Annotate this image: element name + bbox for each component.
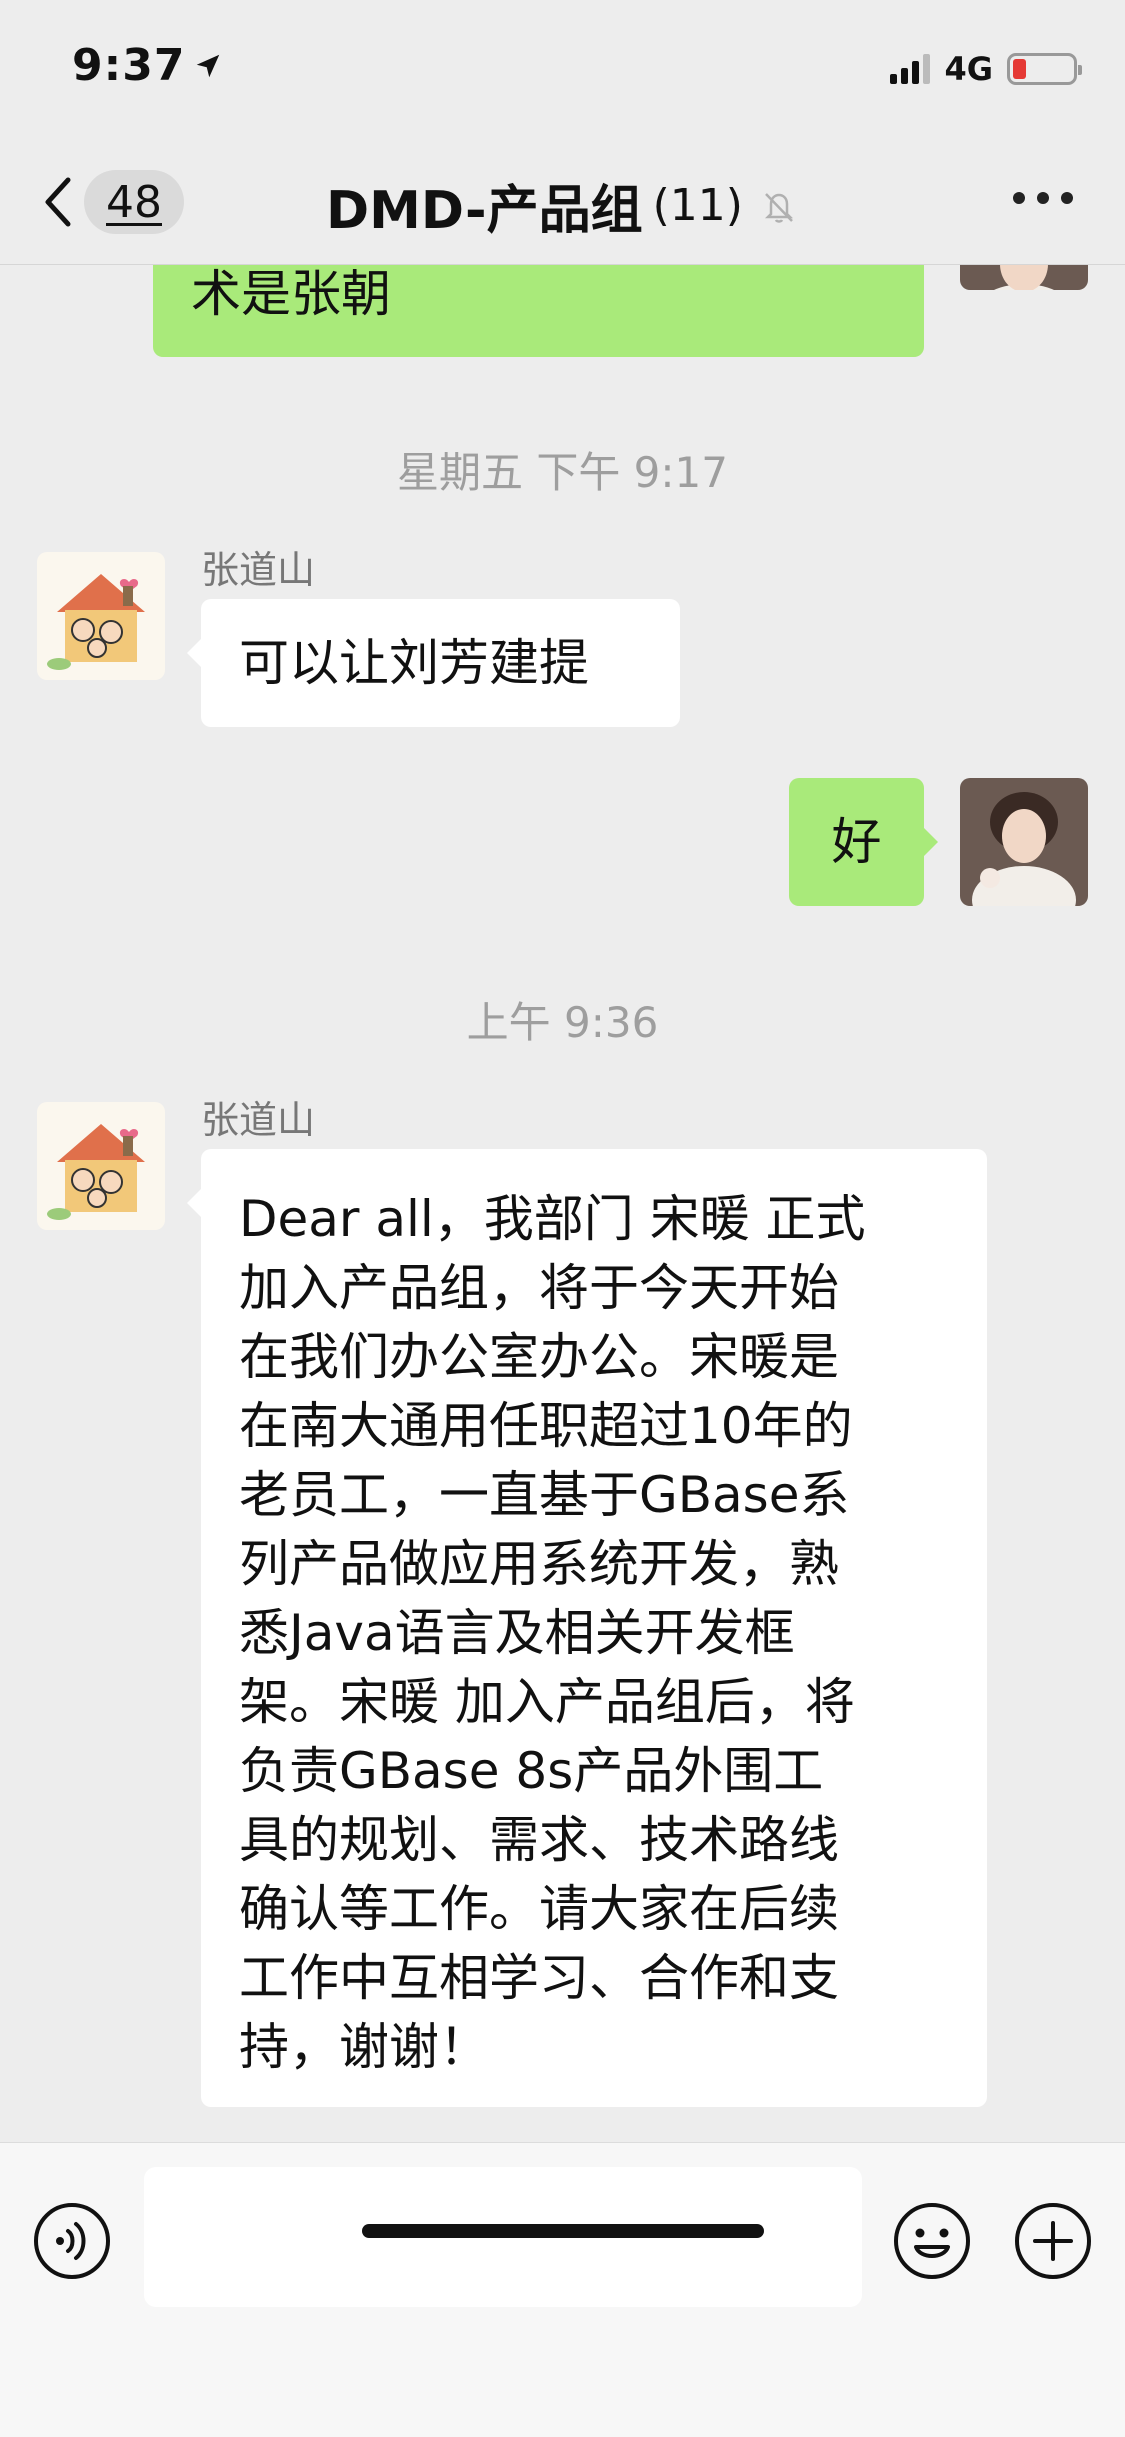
- message-line: 在我们办公室办公。宋暖是: [239, 1328, 839, 1386]
- more-button[interactable]: [1013, 192, 1073, 204]
- sender-avatar[interactable]: [37, 552, 165, 680]
- message-line: 负责GBase 8s产品外围工: [239, 1742, 824, 1800]
- smiley-icon[interactable]: [892, 2201, 972, 2281]
- message-line: 工作中互相学习、合作和支: [239, 1949, 839, 2007]
- timestamp: 上午 9:36: [466, 998, 659, 1047]
- more-dot: [1037, 192, 1049, 204]
- message-line: 架。宋暖 加入产品组后，将: [239, 1673, 855, 1731]
- message-line: 具的规划、需求、技术路线: [239, 1811, 839, 1869]
- more-dot: [1013, 192, 1025, 204]
- chat-message-list[interactable]: 术是张朝 星期五 下午 9:17 张道山 可以让刘芳建提 好 上午 9:36 张…: [0, 264, 1125, 2142]
- message-line: 老员工，一直基于GBase系: [239, 1466, 850, 1524]
- message-bubble-sent[interactable]: 好: [789, 778, 938, 906]
- bell-slash-icon: [764, 192, 793, 223]
- message-text: 可以让刘芳建提: [239, 633, 589, 692]
- message-bubble-received[interactable]: Dear all，我部门 宋暖 正式 加入产品组，将于今天开始 在我们办公室办公…: [187, 1149, 987, 2107]
- self-avatar[interactable]: [960, 778, 1088, 906]
- message-line: 在南大通用任职超过10年的: [239, 1397, 853, 1455]
- timestamp: 星期五 下午 9:17: [396, 448, 729, 497]
- signal-icon: [890, 54, 931, 84]
- sender-name: 张道山: [201, 1098, 316, 1142]
- member-count: (11): [652, 180, 743, 231]
- message-text: 好: [831, 812, 882, 871]
- message-line: 确认等工作。请大家在后续: [239, 1880, 839, 1938]
- status-indicators: 4G: [890, 50, 1082, 88]
- battery-level: [1013, 59, 1026, 79]
- home-indicator[interactable]: [362, 2224, 764, 2238]
- status-time-text: 9:37: [72, 40, 186, 91]
- nav-bar: 48 DMD-产品组 (11): [0, 132, 1125, 265]
- plus-circle-icon[interactable]: [1013, 2201, 1093, 2281]
- message-line: 加入产品组，将于今天开始: [239, 1259, 839, 1317]
- status-time: 9:37: [72, 40, 223, 91]
- more-dot: [1061, 192, 1073, 204]
- message-text: 术是张朝: [191, 265, 391, 323]
- message-line: 悉Java语言及相关开发框: [239, 1604, 795, 1662]
- status-bar: 9:37 4G: [0, 0, 1125, 132]
- self-avatar-image: [960, 778, 1088, 906]
- message-bubble-received[interactable]: 可以让刘芳建提: [187, 599, 680, 727]
- message-bubble-sent[interactable]: 术是张朝: [153, 264, 924, 357]
- message-line: 列产品做应用系统开发，熟: [239, 1535, 839, 1593]
- location-arrow-icon: [197, 54, 220, 77]
- group-name: DMD-产品组: [326, 181, 643, 241]
- message-line: 持，谢谢！: [239, 2018, 489, 2076]
- battery-icon: [1007, 53, 1082, 85]
- sender-name: 张道山: [201, 548, 316, 592]
- cartoon-house-avatar-image: [37, 552, 165, 680]
- message-line: Dear all，我部门 宋暖 正式: [239, 1190, 866, 1248]
- self-avatar[interactable]: [960, 264, 1088, 290]
- cartoon-house-avatar-image: [37, 1102, 165, 1230]
- self-avatar-image: [960, 264, 1088, 290]
- input-bar: [0, 2142, 1125, 2437]
- voice-icon[interactable]: [32, 2201, 112, 2281]
- chat-title: DMD-产品组 (11): [0, 168, 1125, 243]
- network-label: 4G: [944, 50, 993, 88]
- sender-avatar[interactable]: [37, 1102, 165, 1230]
